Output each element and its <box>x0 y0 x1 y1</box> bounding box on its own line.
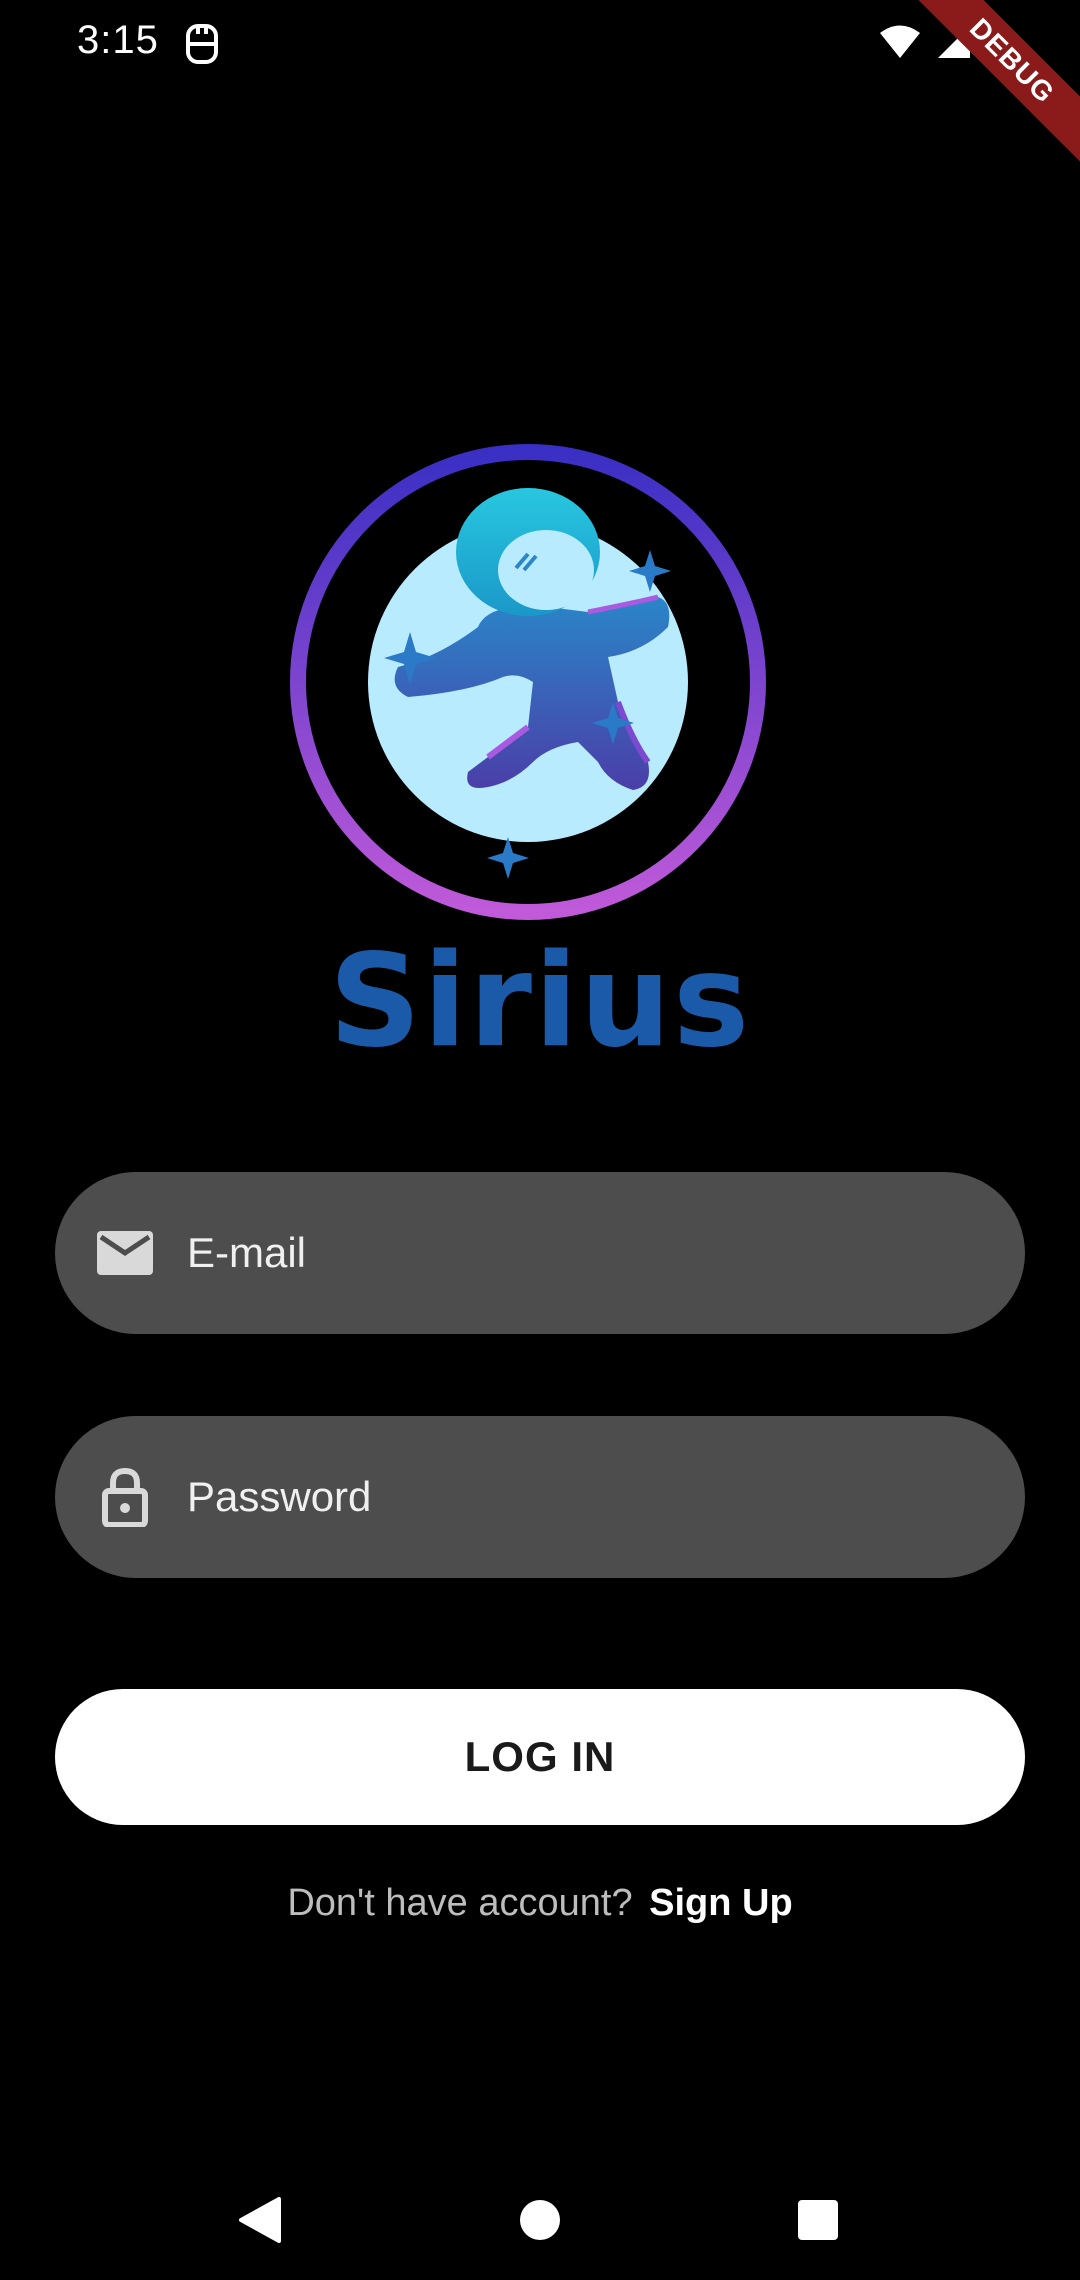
recents-icon[interactable] <box>788 2190 848 2250</box>
back-icon[interactable] <box>229 2190 289 2250</box>
system-navigation-bar <box>0 2150 1080 2280</box>
cell-signal-icon <box>936 24 972 65</box>
wifi-icon <box>878 24 922 65</box>
signup-prompt: Don't have account? <box>287 1882 633 1924</box>
status-bar: 3:15 <box>0 0 1080 88</box>
login-button[interactable]: LOG IN <box>55 1689 1025 1825</box>
signup-row: Don't have account? Sign Up <box>0 1876 1080 1930</box>
signup-link[interactable]: Sign Up <box>649 1882 793 1924</box>
password-field[interactable] <box>55 1416 1025 1578</box>
mail-icon <box>93 1221 157 1285</box>
notification-app-icon <box>184 24 220 64</box>
status-icons <box>878 21 1010 67</box>
brand-name: Sirius <box>328 927 752 1076</box>
email-input[interactable] <box>187 1172 987 1334</box>
battery-icon <box>986 21 1010 67</box>
home-icon[interactable] <box>510 2190 570 2250</box>
status-time: 3:15 <box>77 18 159 62</box>
password-input[interactable] <box>187 1416 987 1578</box>
lock-icon <box>93 1465 157 1529</box>
astronaut-logo-icon <box>288 442 768 922</box>
email-field[interactable] <box>55 1172 1025 1334</box>
